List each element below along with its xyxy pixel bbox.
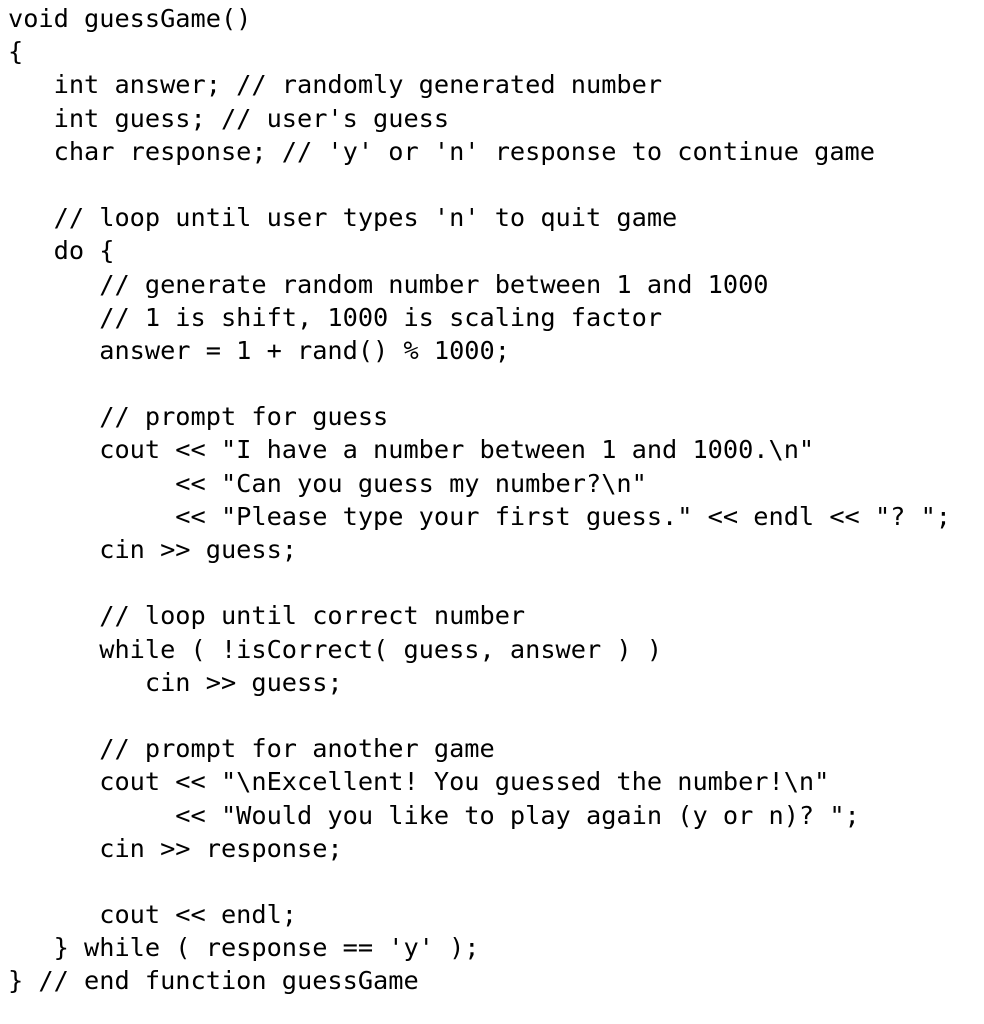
code-line-end-function: } // end function guessGame <box>8 966 419 996</box>
code-line-shift-comment: // 1 is shift, 1000 is scaling factor <box>8 302 663 332</box>
code-line-generate-comment: // generate random number between 1 and … <box>8 269 769 299</box>
code-line-loop-correct-comment: // loop until correct number <box>8 601 526 631</box>
code-line-cout-1: cout << "I have a number between 1 and 1… <box>8 435 815 465</box>
code-line-while-response: } while ( response == 'y' ); <box>8 933 480 963</box>
code-line-declare-answer: int answer; // randomly generated number <box>8 70 663 100</box>
code-line-cout-excellent: cout << "\nExcellent! You guessed the nu… <box>8 767 830 797</box>
code-line-prompt-comment: // prompt for guess <box>8 402 389 432</box>
code-line-declare-guess: int guess; // user's guess <box>8 103 450 133</box>
code-line-cin-response: cin >> response; <box>8 833 343 863</box>
code-line-answer-assign: answer = 1 + rand() % 1000; <box>8 335 510 365</box>
code-line-another-game-comment: // prompt for another game <box>8 734 495 764</box>
code-line-cout-play-again: << "Would you like to play again (y or n… <box>8 800 860 830</box>
code-line-loop-comment: // loop until user types 'n' to quit gam… <box>8 203 678 233</box>
code-line-cout-endl: cout << endl; <box>8 900 297 930</box>
code-line-open-brace: { <box>8 37 24 67</box>
code-line-do: do { <box>8 236 115 266</box>
code-line-cout-3: << "Please type your first guess." << en… <box>8 501 952 531</box>
code-line-cin-guess-loop: cin >> guess; <box>8 667 343 697</box>
code-line-declare-response: char response; // 'y' or 'n' response to… <box>8 136 875 166</box>
code-line-cout-2: << "Can you guess my number?\n" <box>8 468 647 498</box>
code-line-cin-guess: cin >> guess; <box>8 535 297 564</box>
code-line-while-iscorrect: while ( !isCorrect( guess, answer ) ) <box>8 634 663 664</box>
code-line-function-signature: void guessGame() <box>8 4 252 33</box>
code-listing: void guessGame() { int answer; // randoml… <box>8 2 951 998</box>
